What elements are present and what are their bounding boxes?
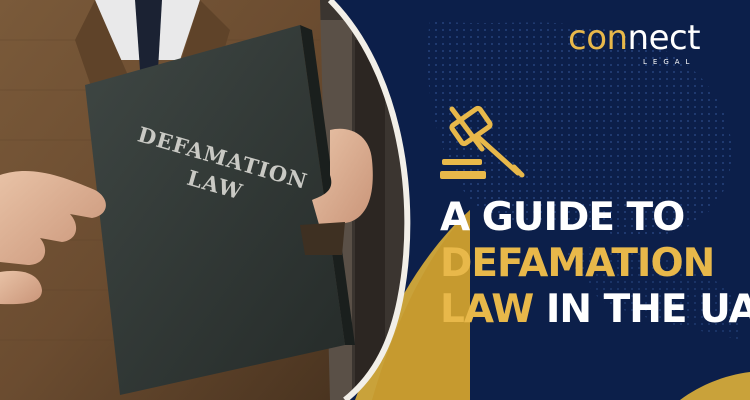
headline-line3: LAW IN THE UAE — [440, 287, 750, 333]
headline-line1: A GUIDE TO — [440, 195, 685, 240]
banner: DEFAMATION LAW connect LEGAL A GUIDE TO … — [0, 0, 750, 400]
headline: A GUIDE TO DEFAMATION LAW IN THE UAE — [440, 195, 750, 333]
logo-subtitle: LEGAL — [643, 58, 696, 66]
headline-line3-white: IN THE UAE — [545, 287, 750, 332]
headline-line2: DEFAMATION — [440, 241, 715, 286]
logo: connect LEGAL — [568, 18, 728, 66]
logo-part-b: nect — [627, 18, 701, 58]
gavel-icon — [440, 105, 525, 179]
logo-part-a: con — [568, 18, 628, 58]
headline-line3-gold: LAW — [440, 287, 534, 332]
logo-wordmark: connect — [568, 18, 701, 58]
